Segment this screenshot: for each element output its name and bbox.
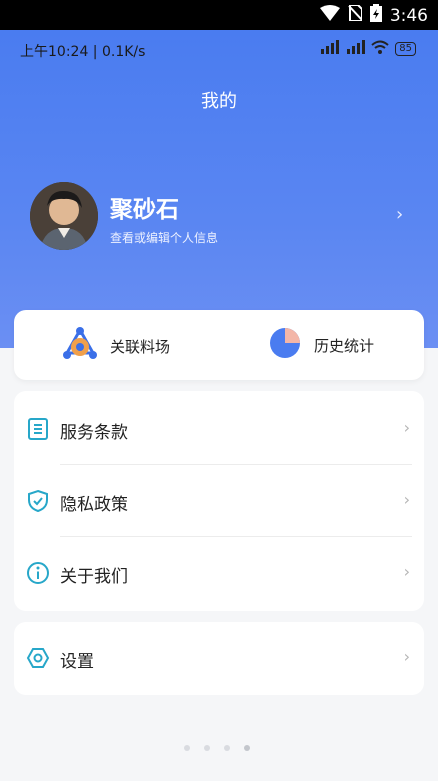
hexagon-settings-icon [26, 646, 50, 670]
history-stats-button[interactable]: 历史统计 [268, 326, 374, 364]
menu-item-label: 服务条款 [60, 423, 128, 443]
menu-item-label: 关于我们 [60, 567, 128, 587]
history-stats-label: 历史统计 [314, 336, 375, 355]
chevron-right-icon: › [403, 490, 410, 509]
system-time: 3:46 [389, 5, 428, 26]
chevron-right-icon[interactable]: › [396, 204, 403, 225]
menu-card: 服务条款 › 隐私政策 › 关于我们 › [14, 391, 424, 611]
chevron-right-icon: › [403, 647, 410, 666]
settings-card: 设置 › [14, 622, 424, 695]
page-dot [204, 745, 210, 751]
settings-label: 设置 [60, 652, 94, 672]
pie-chart-icon [268, 326, 302, 364]
no-sim-icon [348, 4, 363, 26]
document-icon [26, 417, 50, 441]
status-icons: 85 [319, 40, 416, 57]
battery-level: 85 [395, 41, 416, 56]
menu-item-terms[interactable]: 服务条款 › [14, 393, 424, 465]
page-indicator [184, 745, 250, 751]
chevron-right-icon: › [403, 418, 410, 437]
page-dot [184, 745, 190, 751]
linked-yard-button[interactable]: 关联料场 [62, 326, 170, 366]
linked-yard-label: 关联料场 [110, 337, 171, 356]
system-status-bar: 3:46 [0, 0, 438, 30]
menu-item-settings[interactable]: 设置 › [14, 622, 424, 694]
linked-yard-icon [62, 326, 98, 366]
wifi-icon [371, 40, 389, 57]
wifi-icon [319, 5, 340, 26]
chevron-right-icon: › [403, 562, 410, 581]
menu-item-about[interactable]: 关于我们 › [14, 537, 424, 609]
shield-check-icon [26, 489, 50, 513]
menu-item-label: 隐私政策 [60, 495, 128, 515]
page-title: 我的 [201, 91, 237, 112]
menu-item-privacy[interactable]: 隐私政策 › [14, 465, 424, 537]
status-line-text: 上午10:24 | 0.1K/s [20, 44, 146, 60]
info-icon [26, 561, 50, 585]
avatar[interactable] [30, 182, 98, 250]
edit-profile-link[interactable]: 查看或编辑个人信息 [110, 229, 218, 246]
signal-icon [345, 40, 366, 57]
battery-charging-icon [369, 4, 382, 27]
signal-icon [319, 40, 340, 57]
page-dot-active [244, 745, 250, 751]
quick-actions-card: 关联料场 历史统计 [14, 310, 424, 380]
page-dot [224, 745, 230, 751]
user-name[interactable]: 聚砂石 [110, 190, 179, 224]
